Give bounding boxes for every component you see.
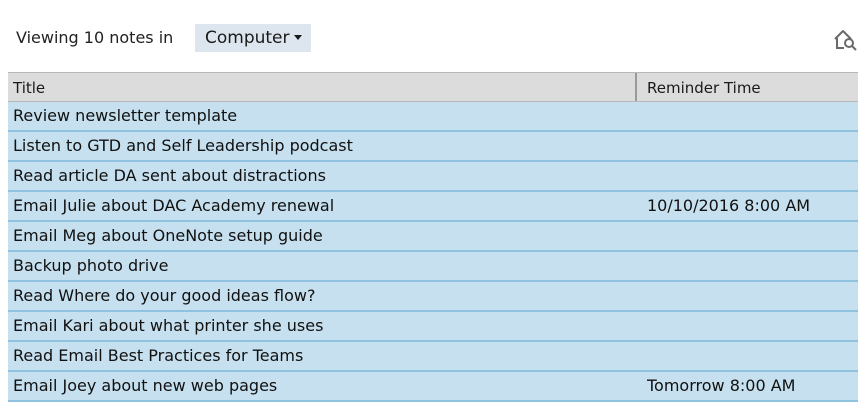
note-title: Email Kari about what printer she uses bbox=[13, 316, 324, 335]
column-header-reminder-time[interactable]: Reminder Time bbox=[647, 73, 847, 101]
notes-view: Viewing 10 notes in Computer Title Remin… bbox=[0, 0, 858, 419]
table-row[interactable]: Read article DA sent about distractions bbox=[8, 162, 858, 192]
table-row[interactable]: Backup photo drive bbox=[8, 252, 858, 282]
table-row[interactable]: Email Meg about OneNote setup guide bbox=[8, 222, 858, 252]
folder-dropdown[interactable]: Computer bbox=[195, 24, 311, 52]
note-reminder-time bbox=[647, 282, 852, 310]
note-reminder-time bbox=[647, 252, 852, 280]
note-reminder-time: Tomorrow 8:00 AM bbox=[647, 376, 796, 395]
column-resize-handle[interactable] bbox=[635, 73, 637, 101]
search-icon[interactable] bbox=[833, 26, 858, 52]
note-title: Backup photo drive bbox=[13, 256, 169, 275]
note-reminder-time bbox=[647, 222, 852, 250]
table-row[interactable]: Email Julie about DAC Academy renewal 10… bbox=[8, 192, 858, 222]
note-reminder-time: 10/10/2016 8:00 AM bbox=[647, 196, 811, 215]
note-title: Review newsletter template bbox=[13, 106, 238, 125]
table-row[interactable]: Read Where do your good ideas flow? bbox=[8, 282, 858, 312]
note-title: Email Joey about new web pages bbox=[13, 376, 278, 395]
chevron-down-icon bbox=[293, 34, 302, 40]
table-row[interactable]: Email Kari about what printer she uses bbox=[8, 312, 858, 342]
note-title: Listen to GTD and Self Leadership podcas… bbox=[13, 136, 353, 155]
note-title: Read Where do your good ideas flow? bbox=[13, 286, 316, 305]
table-row[interactable]: Read Email Best Practices for Teams bbox=[8, 342, 858, 372]
table-row[interactable]: Listen to GTD and Self Leadership podcas… bbox=[8, 132, 858, 162]
table-row[interactable]: Review newsletter template bbox=[8, 102, 858, 132]
note-reminder-time bbox=[647, 312, 852, 340]
table-header: Title Reminder Time bbox=[8, 72, 858, 102]
note-reminder-time bbox=[647, 162, 852, 190]
viewing-count-label: Viewing 10 notes in bbox=[16, 28, 174, 47]
note-reminder-time bbox=[647, 102, 852, 130]
toolbar: Viewing 10 notes in Computer bbox=[0, 0, 858, 72]
notes-table: Title Reminder Time Review newsletter te… bbox=[8, 72, 858, 402]
note-reminder-time bbox=[647, 342, 852, 370]
table-row[interactable]: Email Joey about new web pages Tomorrow … bbox=[8, 372, 858, 402]
note-title: Read article DA sent about distractions bbox=[13, 166, 326, 185]
folder-dropdown-value: Computer bbox=[205, 28, 290, 48]
note-title: Read Email Best Practices for Teams bbox=[13, 346, 304, 365]
note-title: Email Meg about OneNote setup guide bbox=[13, 226, 323, 245]
note-title: Email Julie about DAC Academy renewal bbox=[13, 196, 335, 215]
note-reminder-time bbox=[647, 132, 852, 160]
column-header-title[interactable]: Title bbox=[13, 73, 633, 101]
